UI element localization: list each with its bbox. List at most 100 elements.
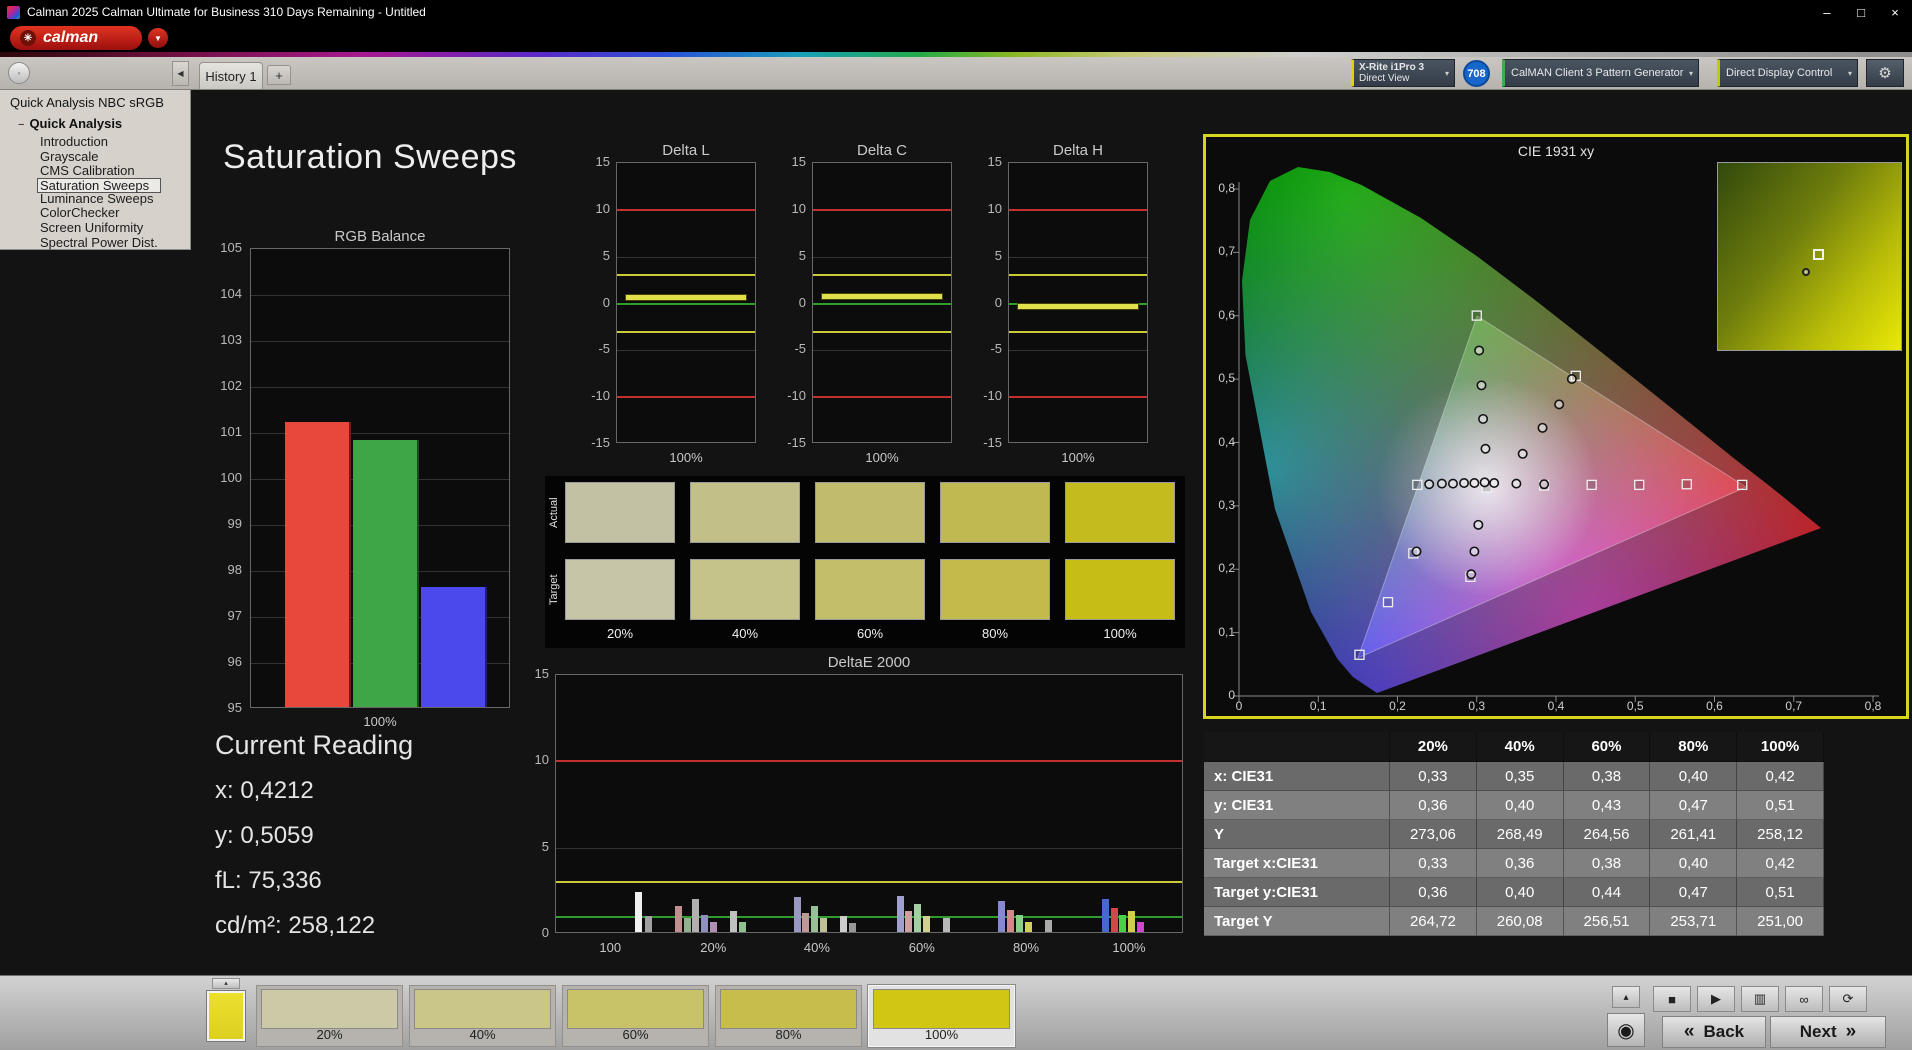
- display-control-label: Direct Display Control: [1726, 67, 1833, 79]
- saturation-patch-button-100[interactable]: 100%: [868, 985, 1015, 1047]
- measure-button[interactable]: ◉: [1607, 1013, 1645, 1047]
- delta-ytick: -5: [598, 341, 610, 357]
- cie-measurement-marker: [1411, 546, 1422, 557]
- saturation-patch-button-60[interactable]: 60%: [562, 985, 709, 1047]
- saturation-patch-button-20[interactable]: 20%: [256, 985, 403, 1047]
- sidebar-item-grayscale[interactable]: Grayscale: [40, 149, 158, 165]
- eject-button[interactable]: ▴: [1612, 986, 1640, 1008]
- deltae-bar: [730, 911, 738, 932]
- logo-menu-button[interactable]: ▼: [148, 28, 168, 48]
- rgb-ytick-96: 96: [227, 654, 242, 669]
- back-label: Back: [1703, 1022, 1745, 1041]
- sidebar-item-colorchecker[interactable]: ColorChecker: [40, 206, 158, 221]
- row-value: 0,42: [1737, 762, 1824, 791]
- patch-comparison-grid: Actual Target 20% 40% 60% 80% 100%: [545, 476, 1185, 648]
- patch-row-label-actual: Actual: [548, 497, 560, 528]
- close-button[interactable]: ×: [1878, 0, 1912, 24]
- link-button[interactable]: ∞: [1785, 986, 1823, 1012]
- play-button[interactable]: ▶: [1697, 986, 1735, 1012]
- delta-chart-delta-c: Delta C 15 10 5 0 -5 -10 -15 100%: [778, 140, 986, 470]
- cie-ytick-7: 0,7: [1218, 244, 1235, 259]
- deltae-bar: [819, 918, 827, 932]
- row-value: 0,33: [1390, 762, 1477, 791]
- next-label: Next: [1799, 1022, 1837, 1041]
- red-tolerance-line: [813, 208, 951, 211]
- refresh-button[interactable]: ⟳: [1829, 986, 1867, 1012]
- saturation-patch-button-40[interactable]: 40%: [409, 985, 556, 1047]
- maximize-button[interactable]: □: [1844, 0, 1878, 24]
- workflow-title: Quick Analysis NBC sRGB: [10, 95, 164, 110]
- row-value: 268,49: [1476, 820, 1564, 849]
- saturation-patch-button-80[interactable]: 80%: [715, 985, 862, 1047]
- table-row-target-x-cie31: Target x:CIE31 0,33 0,36 0,38 0,40 0,42: [1204, 849, 1824, 878]
- calman-star-icon: ✳: [20, 30, 36, 46]
- stop-button[interactable]: ■: [1653, 986, 1691, 1012]
- rgb-bar-red: [285, 421, 351, 707]
- delta-ytick: -15: [983, 435, 1002, 450]
- cie-measurement-marker: [1537, 422, 1548, 433]
- table-header-blank: [1204, 732, 1390, 762]
- table-header-row: 20% 40% 60% 80% 100%: [1204, 732, 1824, 762]
- tree-collapse-icon[interactable]: −: [18, 119, 24, 131]
- row-value: 251,00: [1737, 907, 1824, 936]
- delta-value-bar: [821, 292, 943, 300]
- red-tolerance-line: [1009, 396, 1147, 399]
- app-icon: [7, 5, 20, 19]
- row-label: y: CIE31: [1204, 791, 1390, 820]
- meter-dropdown[interactable]: X-Rite i1Pro 3 Direct View ▾: [1351, 59, 1455, 87]
- deltae-bar: [811, 906, 819, 932]
- back-button[interactable]: « Back: [1662, 1016, 1766, 1048]
- cie-measurement-marker: [1479, 477, 1490, 488]
- meter-name: X-Rite i1Pro 3: [1359, 62, 1425, 73]
- cie-ytick-5: 0,5: [1218, 371, 1235, 386]
- display-control-dropdown[interactable]: Direct Display Control ▾: [1717, 59, 1858, 87]
- delta-ytick: -10: [983, 388, 1002, 404]
- deltae-xtick-40: 40%: [803, 940, 830, 955]
- sidebar-item-cms-calibration[interactable]: CMS Calibration: [40, 164, 158, 179]
- pattern-window-toggle-button[interactable]: ▴: [212, 978, 240, 989]
- sidebar-item-introduction[interactable]: Introduction: [40, 134, 158, 150]
- table-header-20: 20%: [1390, 732, 1477, 762]
- cie-xtick-8: 0,8: [1864, 699, 1882, 713]
- patch-button-label: 40%: [469, 1027, 496, 1042]
- rgb-ytick-105: 105: [220, 240, 242, 255]
- deltae-bar: [905, 911, 913, 932]
- sidebar-root-node[interactable]: − Quick Analysis: [18, 116, 122, 131]
- yellow-tolerance-line: [1009, 274, 1147, 277]
- patch-actual-60: [815, 482, 925, 543]
- row-value: 0,35: [1476, 762, 1564, 791]
- next-button[interactable]: Next »: [1770, 1016, 1886, 1048]
- patch-button-label: 80%: [775, 1027, 802, 1042]
- delta-ytick: 10: [791, 200, 806, 216]
- deltae-xtick-20: 20%: [700, 940, 727, 955]
- deltae-bar: [848, 923, 856, 932]
- pattern-generator-dropdown[interactable]: CalMAN Client 3 Pattern Generator ▾: [1502, 59, 1699, 87]
- delta-x-label: 100%: [1061, 450, 1095, 465]
- meter-count-badge: 708: [1463, 60, 1490, 87]
- table-row-x-cie31: x: CIE31 0,33 0,35 0,38 0,40 0,42: [1204, 762, 1824, 791]
- rgb-ytick-98: 98: [227, 562, 242, 577]
- sidebar-item-spectral-power-dist[interactable]: Spectral Power Dist.: [40, 235, 158, 251]
- rgb-balance-y-axis: 95 96 97 98 99 100 101 102 103 104 105: [196, 226, 242, 731]
- calman-logo[interactable]: ✳ calman: [10, 26, 142, 50]
- row-label: Target Y: [1204, 907, 1390, 936]
- row-value: 0,47: [1650, 791, 1738, 820]
- sidebar-collapse-button[interactable]: ◀: [172, 61, 189, 86]
- red-tolerance-line: [813, 396, 951, 399]
- settings-gear-button[interactable]: ⚙: [1866, 59, 1904, 87]
- sidebar: Quick Analysis NBC sRGB − Quick Analysis …: [0, 90, 191, 250]
- sidebar-item-luminance-sweeps[interactable]: Luminance Sweeps: [40, 191, 158, 207]
- cie-ytick-2: 0,2: [1218, 561, 1235, 576]
- save-button[interactable]: ▥: [1741, 986, 1779, 1012]
- cie-zoom-inset: [1717, 162, 1902, 351]
- delta-ytick: 15: [791, 154, 806, 169]
- tab-history-1[interactable]: History 1: [199, 62, 263, 89]
- deltae-bar: [1137, 921, 1145, 932]
- active-pattern-swatch[interactable]: [207, 991, 245, 1041]
- minimize-button[interactable]: –: [1810, 0, 1844, 24]
- nav-circle-button[interactable]: ◦: [8, 62, 30, 84]
- tab-add-button[interactable]: +: [267, 65, 291, 85]
- deltae-bar: [793, 897, 801, 932]
- deltae-title: DeltaE 2000: [827, 654, 911, 671]
- sidebar-item-screen-uniformity[interactable]: Screen Uniformity: [40, 220, 158, 236]
